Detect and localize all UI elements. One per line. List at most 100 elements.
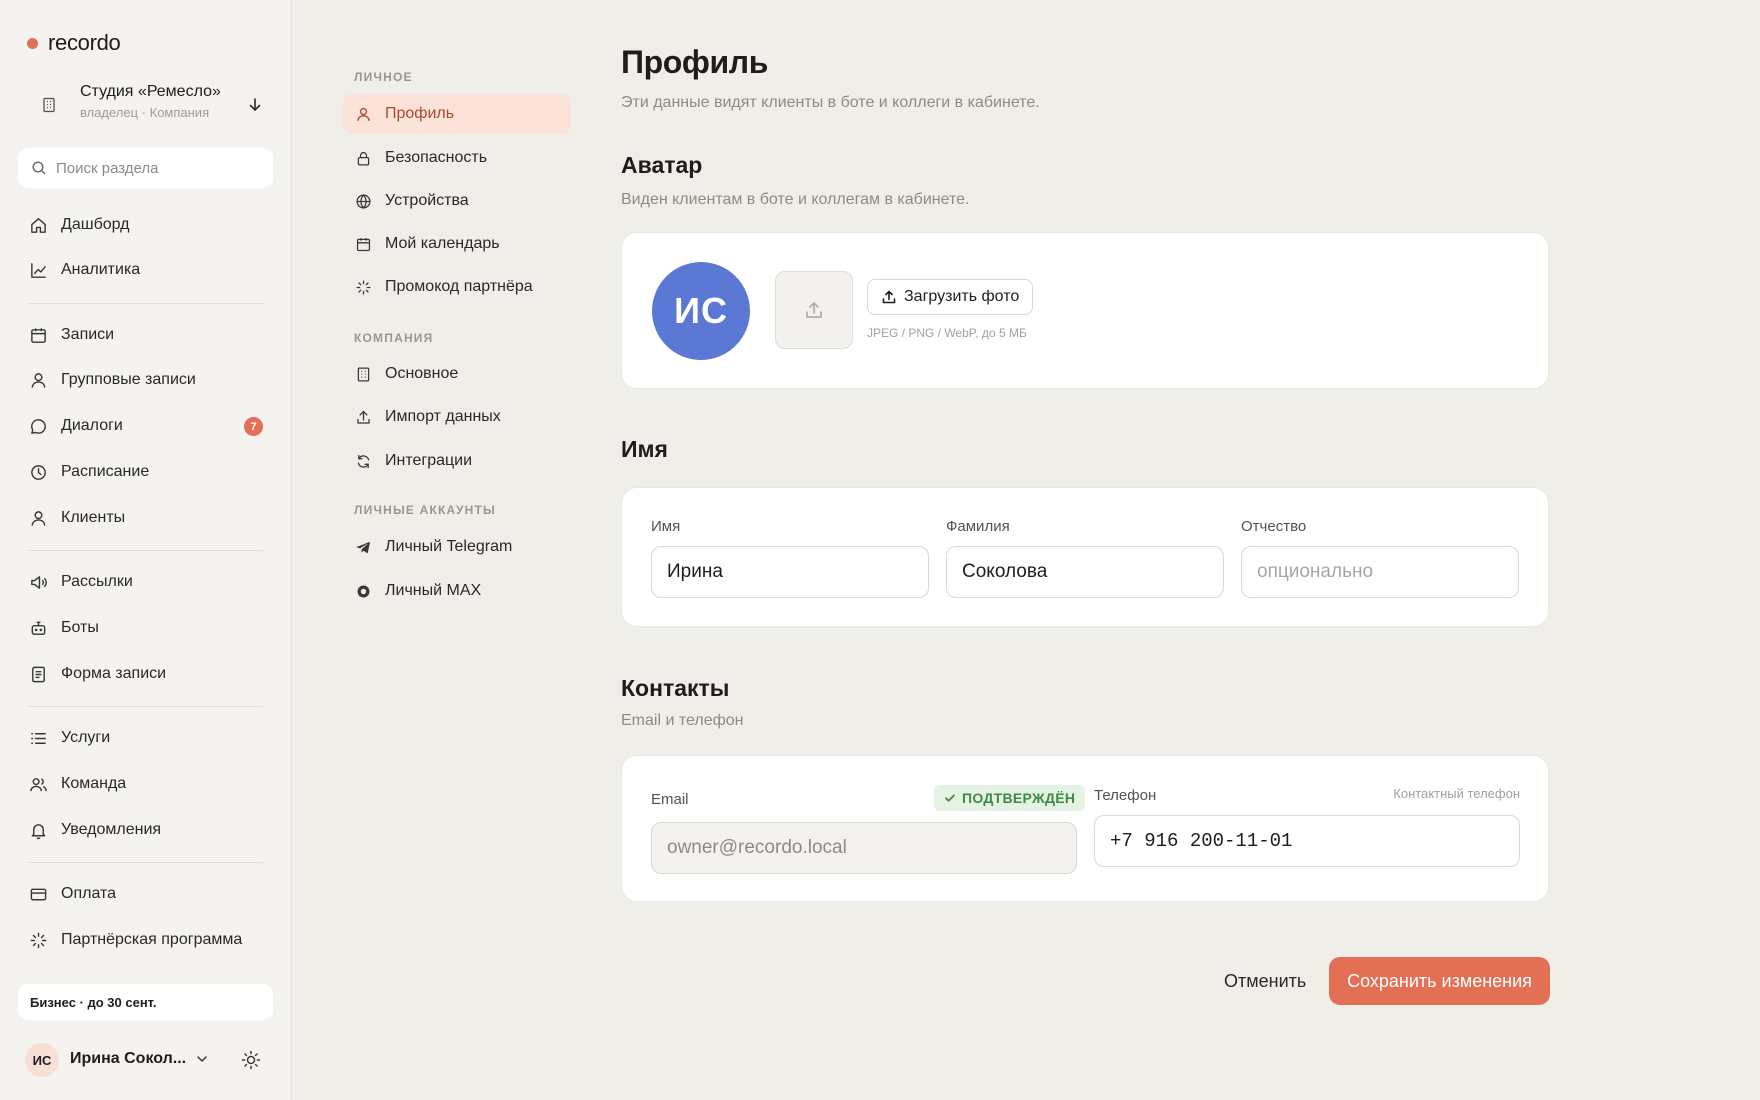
card-icon (30, 888, 47, 900)
sidebar-item-dialogs[interactable]: Диалоги 7 (18, 406, 273, 446)
first-name-field[interactable] (651, 546, 929, 598)
sidebar-item-payment[interactable]: Оплата (18, 874, 273, 914)
submenu-security[interactable]: Безопасность (343, 138, 571, 178)
arrow-down-icon[interactable] (246, 96, 264, 114)
upload-icon (806, 301, 822, 318)
user-icon (31, 372, 46, 388)
sidebar-item-label: Аналитика (61, 261, 141, 278)
search-box[interactable] (18, 148, 273, 188)
sidebar-item-label: Дашборд (61, 216, 130, 233)
divider (28, 706, 263, 707)
email-field[interactable] (651, 822, 1077, 874)
sidebar-item-dashboard[interactable]: Дашборд (18, 205, 273, 245)
name-section-title: Имя (621, 436, 668, 462)
sidebar-item-analytics[interactable]: Аналитика (18, 250, 273, 290)
sidebar-item-label: Уведомления (61, 821, 162, 838)
contacts-section-title: Контакты (621, 675, 730, 701)
last-name-label: Фамилия (946, 518, 1010, 535)
check-icon (945, 794, 955, 802)
submenu-label: Безопасность (385, 149, 488, 166)
unread-badge: 7 (244, 417, 263, 436)
submenu-import-data[interactable]: Импорт данных (343, 397, 571, 437)
user-menu[interactable]: ИС Ирина Сокол... (18, 1038, 273, 1082)
submenu-general[interactable]: Основное (343, 354, 571, 394)
last-name-field[interactable] (946, 546, 1224, 598)
building-icon (43, 97, 55, 113)
first-name-label: Имя (651, 518, 681, 535)
sidebar-item-label: Форма записи (61, 665, 167, 682)
photo-dropzone[interactable] (775, 271, 853, 349)
bot-icon (31, 621, 46, 635)
submenu-label: Личный Telegram (385, 538, 513, 555)
submenu-label: Промокод партнёра (385, 278, 533, 295)
page-title: Профиль (621, 44, 768, 80)
org-switcher[interactable]: Студия «Ремесло» владелец · Компания (18, 70, 273, 140)
submenu-profile[interactable]: Профиль (343, 94, 571, 134)
sidebar-item-bots[interactable]: Боты (18, 608, 273, 648)
email-status: ПОДТВЕРЖДЁН (962, 790, 1076, 806)
name-card: Имя Фамилия Отчество (621, 487, 1549, 627)
lock-icon (357, 151, 370, 166)
avatar-card: ИС Загрузить фото JPEG / PNG / WebP, до … (621, 232, 1549, 389)
logo[interactable]: recordo (27, 30, 121, 56)
spark-icon (30, 932, 47, 948)
avatar-section-subtitle: Виден клиентам в боте и коллегам в кабин… (621, 191, 970, 208)
sidebar-item-bookings[interactable]: Записи (18, 315, 273, 355)
submenu-personal-max[interactable]: Личный MAX (343, 571, 571, 611)
sidebar-item-team[interactable]: Команда (18, 764, 273, 804)
sidebar-item-partner-program[interactable]: Партнёрская программа (18, 920, 273, 960)
last-name-input[interactable] (962, 561, 1197, 583)
email-input[interactable] (667, 837, 1036, 859)
clock-icon (31, 464, 46, 480)
sidebar-item-notifications[interactable]: Уведомления (18, 810, 273, 850)
save-button[interactable]: Сохранить изменения (1329, 957, 1550, 1005)
email-label: Email (651, 791, 689, 808)
submenu-label: Мой календарь (385, 235, 500, 252)
submenu-personal-telegram[interactable]: Личный Telegram (343, 527, 571, 567)
upload-photo-button[interactable]: Загрузить фото (867, 279, 1034, 315)
logo-dot (27, 37, 38, 49)
phone-input[interactable] (1110, 830, 1479, 852)
sidebar-item-label: Клиенты (61, 509, 126, 526)
sidebar-item-services[interactable]: Услуги (18, 718, 273, 758)
sidebar-item-clients[interactable]: Клиенты (18, 498, 273, 538)
section-company: КОМПАНИЯ (354, 331, 434, 345)
submenu-partner-promo[interactable]: Промокод партнёра (343, 267, 571, 307)
cancel-button[interactable]: Отменить (1210, 957, 1320, 1005)
user-name: Ирина Сокол... (70, 1050, 187, 1067)
search-input[interactable] (56, 159, 256, 177)
contacts-section-subtitle: Email и телефон (621, 712, 744, 729)
sidebar-item-group-bookings[interactable]: Групповые записи (18, 360, 273, 400)
submenu-integrations[interactable]: Интеграции (343, 441, 571, 481)
sidebar-item-label: Команда (61, 775, 127, 792)
sun-icon[interactable] (240, 1049, 262, 1071)
sidebar-item-schedule[interactable]: Расписание (18, 452, 273, 492)
phone-field[interactable] (1094, 815, 1520, 867)
submenu-devices[interactable]: Устройства (343, 181, 571, 221)
refresh-icon (357, 454, 370, 468)
calendar-icon (356, 237, 371, 251)
upload-photo-label: Загрузить фото (904, 288, 1020, 305)
sidebar-item-label: Оплата (61, 885, 117, 902)
chevron-down-icon[interactable] (194, 1051, 210, 1067)
section-personal-accounts: ЛИЧНЫЕ АККАУНТЫ (354, 503, 496, 517)
first-name-input[interactable] (667, 561, 902, 583)
sidebar-item-booking-form[interactable]: Форма записи (18, 654, 273, 694)
section-personal: ЛИЧНОЕ (354, 70, 413, 84)
middle-name-input[interactable] (1257, 561, 1492, 583)
divider (28, 550, 263, 551)
submenu-label: Личный MAX (385, 582, 482, 599)
sidebar-item-label: Записи (61, 326, 115, 343)
plan-banner[interactable]: Бизнес · до 30 сент. (18, 984, 273, 1020)
sidebar-item-mailings[interactable]: Рассылки (18, 562, 273, 602)
upload-icon (357, 410, 370, 424)
phone-hint: Контактный телефон (1393, 786, 1520, 801)
avatar: ИС (25, 1043, 59, 1077)
list-icon (31, 732, 46, 744)
middle-name-field[interactable] (1241, 546, 1519, 598)
submenu-my-calendar[interactable]: Мой календарь (343, 224, 571, 264)
phone-label: Телефон (1094, 787, 1157, 804)
sidebar: recordo Студия «Ремесло» владелец · Комп… (0, 0, 292, 1100)
divider (28, 862, 263, 863)
max-icon (357, 585, 370, 597)
